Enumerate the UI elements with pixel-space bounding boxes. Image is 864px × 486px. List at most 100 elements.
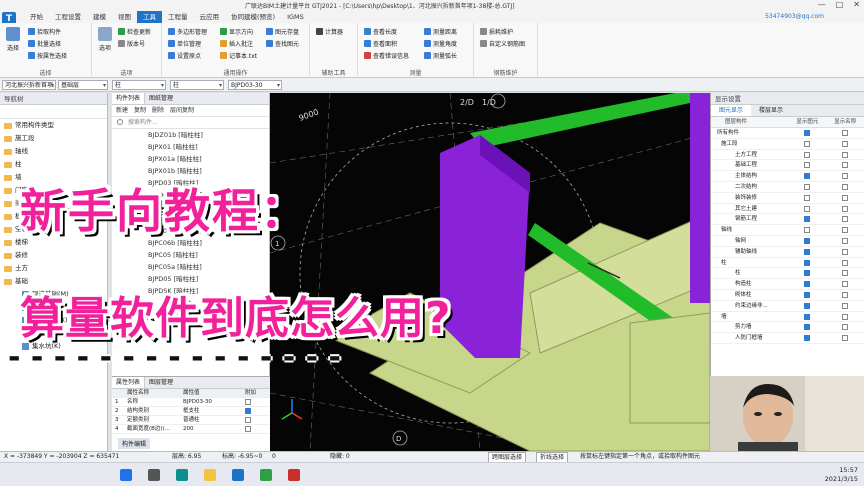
checkbox[interactable] xyxy=(842,302,849,309)
ribbon-tab[interactable]: 工程量 xyxy=(162,11,194,23)
version-button[interactable]: 版本号 xyxy=(118,39,145,48)
checkbox[interactable] xyxy=(804,281,811,288)
component-select[interactable]: BJPD03-30 xyxy=(228,80,282,90)
checkbox[interactable] xyxy=(842,194,849,201)
checkbox[interactable] xyxy=(842,291,849,298)
nav-item[interactable]: 柱 xyxy=(0,158,107,171)
new-button[interactable]: 新建 xyxy=(116,105,128,116)
ribbon-tab[interactable]: 工具 xyxy=(137,11,162,23)
checkbox[interactable] xyxy=(842,237,849,244)
checkbox[interactable] xyxy=(804,248,811,255)
checkbox[interactable] xyxy=(804,324,811,331)
checkbox[interactable] xyxy=(245,426,251,432)
property-row[interactable]: 1 名称 BJPD03-30 xyxy=(112,398,270,407)
view-length-button[interactable]: 查看长度 xyxy=(364,27,397,36)
save-element-button[interactable]: 图元存盘 xyxy=(266,27,299,36)
nav-item[interactable]: 土方 xyxy=(0,262,107,275)
ribbon-tab[interactable]: 视图 xyxy=(112,11,137,23)
edge-icon[interactable] xyxy=(176,469,188,481)
checkbox[interactable] xyxy=(842,216,849,223)
checkbox[interactable] xyxy=(842,130,849,136)
model-canvas[interactable]: 2/D 1/D 9000 1 D xyxy=(270,93,710,451)
measure-distance-button[interactable]: 测量距离 xyxy=(424,27,457,36)
component-item[interactable]: BJPC05a [暗柱柱] xyxy=(112,261,269,273)
polygon-manage-button[interactable]: 多边形管理 xyxy=(168,27,207,36)
pick-component-button[interactable]: 拾取构件 xyxy=(28,27,61,36)
loss-maintain-button[interactable]: 损耗维护 xyxy=(480,27,513,36)
show-direction-button[interactable]: 显示方向 xyxy=(220,27,253,36)
options-button[interactable]: 选项 xyxy=(94,27,116,52)
checkbox[interactable] xyxy=(804,259,811,266)
find-element-button[interactable]: 查找图元 xyxy=(266,39,299,48)
measure-arc-button[interactable]: 测量弧长 xyxy=(424,51,457,60)
copy-button[interactable]: 复制 xyxy=(134,105,146,116)
type-select[interactable]: 柱 xyxy=(170,80,224,90)
nav-item[interactable]: 常用构件类型 xyxy=(0,119,107,132)
tab-element-display[interactable]: 图元显示 xyxy=(711,105,752,116)
project-select[interactable]: 河北振兴拆新首项... xyxy=(2,80,56,90)
checkbox[interactable] xyxy=(842,313,849,320)
minimize-button[interactable]: — xyxy=(818,0,826,9)
checkbox[interactable] xyxy=(804,291,811,298)
select-button[interactable]: 选择 xyxy=(2,27,24,52)
tab-layer-manage[interactable]: 图层管理 xyxy=(145,377,177,388)
checkbox[interactable] xyxy=(245,417,251,423)
property-row[interactable]: 2 结构类别 框支柱 xyxy=(112,407,270,416)
tab-floor-display[interactable]: 楼层显示 xyxy=(751,105,791,116)
notepad-button[interactable]: 记事本.txt xyxy=(220,51,257,60)
checkbox[interactable] xyxy=(804,162,811,169)
checkbox[interactable] xyxy=(804,270,811,277)
maximize-button[interactable]: □ xyxy=(836,0,844,9)
checkbox[interactable] xyxy=(245,408,251,414)
floor-select[interactable]: 基础层 xyxy=(58,80,108,90)
checkbox[interactable] xyxy=(842,173,849,180)
checkbox[interactable] xyxy=(842,162,849,169)
checkbox[interactable] xyxy=(842,259,849,266)
checkbox[interactable] xyxy=(804,313,811,320)
property-row[interactable]: 4 截面宽度(B边)(... 200 xyxy=(112,425,270,434)
checkbox[interactable] xyxy=(804,237,811,244)
checkbox[interactable] xyxy=(842,248,849,255)
checkbox[interactable] xyxy=(804,302,811,309)
checkbox[interactable] xyxy=(804,140,811,147)
checkbox[interactable] xyxy=(842,270,849,277)
calculator-button[interactable]: 计算器 xyxy=(316,27,343,36)
checkbox[interactable] xyxy=(842,335,849,342)
component-item[interactable]: BJPX01 [暗柱柱] xyxy=(112,141,269,153)
nav-item[interactable]: 装修 xyxy=(0,249,107,262)
component-search-input[interactable]: 搜索构件... xyxy=(112,117,269,129)
delete-button[interactable]: 删除 xyxy=(152,105,164,116)
select-by-property-button[interactable]: 按属性选择 xyxy=(28,51,67,60)
ribbon-tab[interactable]: 云应用 xyxy=(194,11,226,23)
unit-manage-button[interactable]: 单位管理 xyxy=(168,39,201,48)
checkbox[interactable] xyxy=(804,216,811,223)
close-button[interactable]: ✕ xyxy=(853,0,860,9)
property-row[interactable]: 3 定额类别 普通柱 xyxy=(112,416,270,425)
checkbox[interactable] xyxy=(804,194,811,201)
category-select[interactable]: 柱 xyxy=(112,80,166,90)
insert-note-button[interactable]: 插入批注 xyxy=(220,39,253,48)
set-origin-button[interactable]: 设置原点 xyxy=(168,51,201,60)
component-item[interactable]: BJPX01a [暗柱柱] xyxy=(112,153,269,165)
checkbox[interactable] xyxy=(804,130,811,136)
checkbox[interactable] xyxy=(842,324,849,331)
ribbon-tab[interactable]: 开始 xyxy=(24,11,49,23)
tab-component-list[interactable]: 构件列表 xyxy=(112,93,146,104)
checkbox[interactable] xyxy=(804,227,811,234)
view-error-button[interactable]: 查看错误信息 xyxy=(364,51,409,60)
wechat-icon[interactable] xyxy=(260,469,272,481)
component-item[interactable]: BJDZ01b [暗柱柱] xyxy=(112,129,269,141)
batch-select-button[interactable]: 批量选择 xyxy=(28,39,61,48)
checkbox[interactable] xyxy=(842,183,849,190)
nav-item[interactable]: 施工段 xyxy=(0,132,107,145)
start-icon[interactable] xyxy=(120,469,132,481)
checkbox[interactable] xyxy=(804,173,811,180)
measure-angle-button[interactable]: 测量角度 xyxy=(424,39,457,48)
gtj-app-icon[interactable] xyxy=(232,469,244,481)
tab-drawing-manage[interactable]: 图纸管理 xyxy=(145,93,177,104)
ribbon-tab[interactable]: 建模 xyxy=(87,11,112,23)
user-account[interactable]: 53474903@qq.com xyxy=(765,13,824,20)
tab-property-list[interactable]: 属性列表 xyxy=(112,377,146,388)
checkbox[interactable] xyxy=(804,335,811,342)
3d-viewport[interactable]: 2/D 1/D 9000 1 D xyxy=(270,93,710,451)
